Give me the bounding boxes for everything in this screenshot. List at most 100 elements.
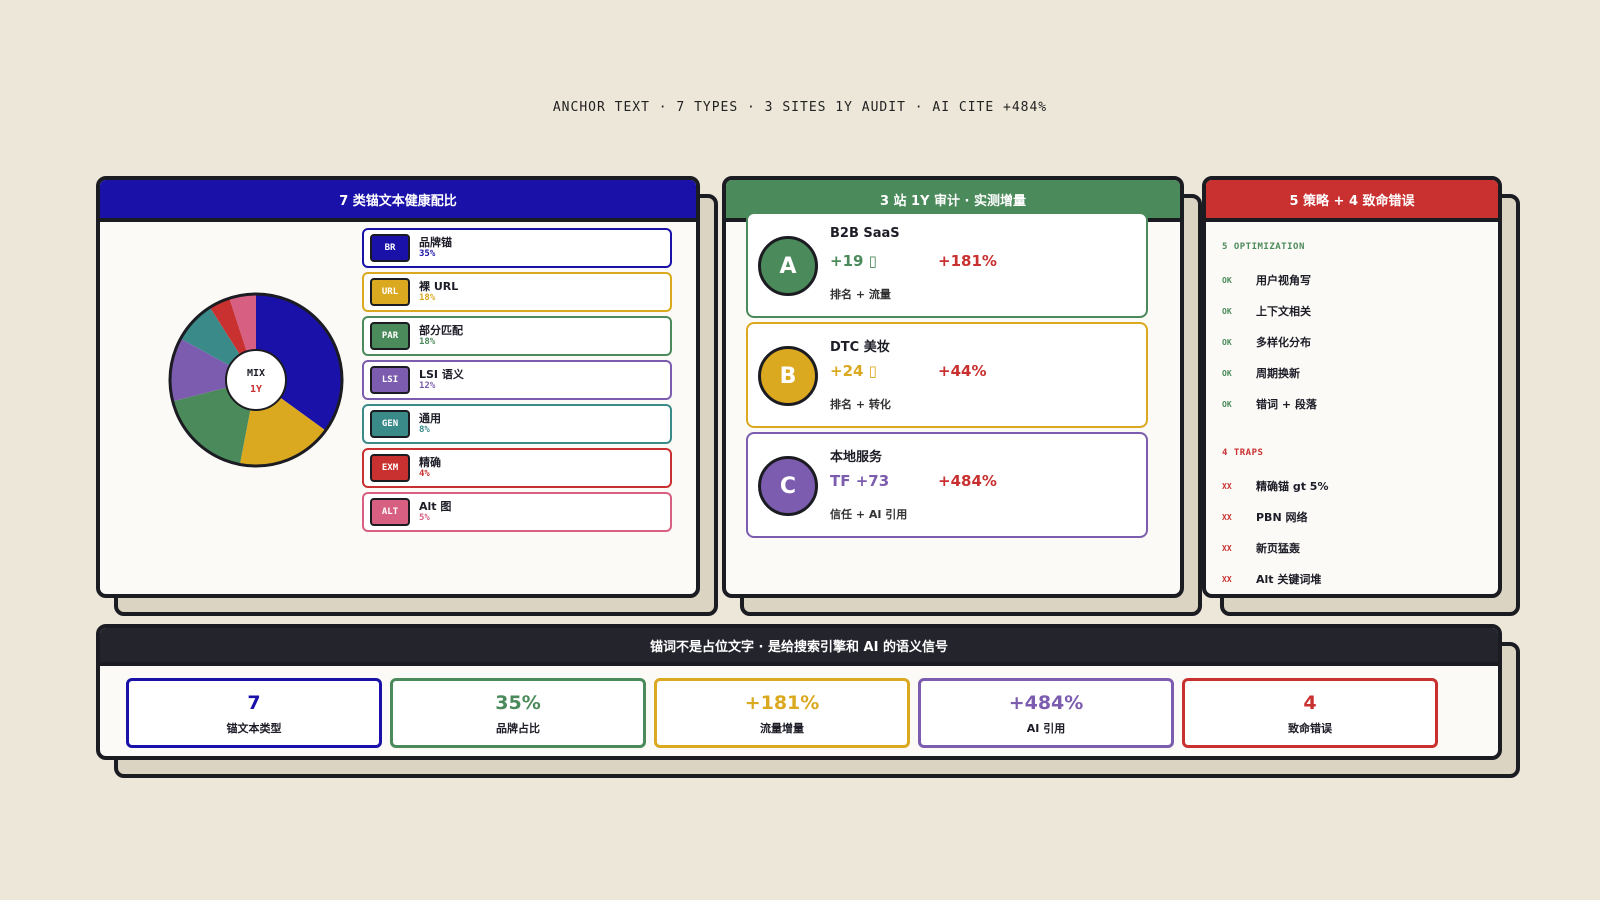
trap-text: 精确锚 gt 5% <box>1256 480 1329 493</box>
legend-name: Alt 图 <box>419 500 452 513</box>
trap-item: XX 新页猛轰 <box>1222 540 1300 556</box>
site-metric: +19 ▯ <box>830 252 877 270</box>
summary-stat: 4 致命错误 <box>1182 678 1438 748</box>
legend-percent: 18% <box>419 293 436 304</box>
legend-percent: 35% <box>419 249 436 260</box>
legend-item-gen: GEN 通用 8% <box>362 404 672 444</box>
legend-percent: 8% <box>419 425 430 436</box>
trap-item: XX PBN 网络 <box>1222 509 1307 525</box>
site-metric: +24 ▯ <box>830 362 877 380</box>
legend-item-exm: EXM 精确 4% <box>362 448 672 488</box>
site-subtitle: 排名 + 转化 <box>830 398 891 411</box>
ok-mark: OK <box>1222 275 1232 285</box>
site-subtitle: 信任 + AI 引用 <box>830 508 908 521</box>
summary-stat: 7 锚文本类型 <box>126 678 382 748</box>
stat-label: AI 引用 <box>1026 722 1066 735</box>
legend-name: 品牌锚 <box>419 236 452 249</box>
stat-value: 35% <box>495 692 541 714</box>
anchor-mix-legend: BR 品牌锚 35% URL 裸 URL 18% PAR 部分匹配 18% LSI LSI 语义 12… <box>362 228 672 536</box>
site-growth: +484% <box>938 472 997 490</box>
legend-badge: GEN <box>370 410 410 438</box>
anchor-mix-title: 7 类锚文本健康配比 <box>100 180 696 222</box>
summary-stat: +484% AI 引用 <box>918 678 1174 748</box>
ok-mark: OK <box>1222 306 1232 316</box>
legend-item-par: PAR 部分匹配 18% <box>362 316 672 356</box>
site-card-a: A B2B SaaS +19 ▯ +181% 排名 + 流量 <box>746 212 1148 318</box>
legend-item-br: BR 品牌锚 35% <box>362 228 672 268</box>
optimization-item: OK 用户视角写 <box>1222 272 1311 288</box>
legend-percent: 18% <box>419 337 436 348</box>
optimization-text: 多样化分布 <box>1256 336 1311 349</box>
site-letter-badge: B <box>758 346 818 406</box>
summary-title: 锚词不是占位文字 · 是给搜索引擎和 AI 的语义信号 <box>100 628 1498 666</box>
stat-value: +484% <box>1008 692 1084 714</box>
site-card-c: C 本地服务 TF +73 +484% 信任 + AI 引用 <box>746 432 1148 538</box>
ok-mark: OK <box>1222 337 1232 347</box>
trap-item: XX 精确锚 gt 5% <box>1222 478 1328 494</box>
trap-text: PBN 网络 <box>1256 511 1308 524</box>
ok-mark: OK <box>1222 368 1232 378</box>
anchor-mix-panel: 7 类锚文本健康配比 MIX 1Y BR 品牌锚 35% URL 裸 URL 18% PAR… <box>96 176 718 616</box>
legend-item-url: URL 裸 URL 18% <box>362 272 672 312</box>
legend-name: 精确 <box>419 456 441 469</box>
ok-mark: OK <box>1222 399 1232 409</box>
stat-label: 锚文本类型 <box>226 722 282 735</box>
stat-value: 4 <box>1303 692 1317 714</box>
summary-panel: 锚词不是占位文字 · 是给搜索引擎和 AI 的语义信号 7 锚文本类型 35% 品牌占… <box>96 624 1520 778</box>
legend-badge: BR <box>370 234 410 262</box>
stat-label: 流量增量 <box>760 722 804 735</box>
stat-value: +181% <box>744 692 820 714</box>
legend-percent: 5% <box>419 513 430 524</box>
legend-name: 部分匹配 <box>419 324 463 337</box>
legend-name: 裸 URL <box>419 280 459 293</box>
site-name: B2B SaaS <box>830 226 900 241</box>
legend-name: LSI 语义 <box>419 368 464 381</box>
trap-text: 新页猛轰 <box>1256 542 1300 555</box>
legend-percent: 4% <box>419 469 430 480</box>
xx-mark: XX <box>1222 512 1232 522</box>
stat-value: 7 <box>247 692 261 714</box>
site-letter-badge: A <box>758 236 818 296</box>
site-subtitle: 排名 + 流量 <box>830 288 891 301</box>
summary-stat: +181% 流量增量 <box>654 678 910 748</box>
stat-label: 品牌占比 <box>496 722 540 735</box>
legend-badge: EXM <box>370 454 410 482</box>
strategy-title: 5 策略 + 4 致命错误 <box>1206 180 1498 222</box>
legend-badge: PAR <box>370 322 410 350</box>
donut-center-period: 1Y <box>250 384 262 395</box>
legend-name: 通用 <box>419 412 441 425</box>
optimization-item: OK 周期换新 <box>1222 365 1300 381</box>
site-letter-badge: C <box>758 456 818 516</box>
stat-label: 致命错误 <box>1288 722 1332 735</box>
site-name: DTC 美妆 <box>830 340 890 355</box>
xx-mark: XX <box>1222 481 1232 491</box>
site-growth: +181% <box>938 252 997 270</box>
xx-mark: XX <box>1222 543 1232 553</box>
optimization-text: 用户视角写 <box>1256 274 1311 287</box>
trap-text: Alt 关键词堆 <box>1256 573 1322 586</box>
optimization-label: 5 OPTIMIZATION <box>1222 242 1305 252</box>
legend-badge: URL <box>370 278 410 306</box>
legend-item-alt: ALT Alt 图 5% <box>362 492 672 532</box>
strategy-panel: 5 策略 + 4 致命错误 5 OPTIMIZATION OK 用户视角写 OK 上下… <box>1202 176 1520 616</box>
optimization-text: 错词 + 段落 <box>1256 398 1317 411</box>
legend-item-lsi: LSI LSI 语义 12% <box>362 360 672 400</box>
site-name: 本地服务 <box>830 450 883 465</box>
anchor-mix-donut: MIX 1Y <box>168 292 344 468</box>
legend-percent: 12% <box>419 381 436 392</box>
xx-mark: XX <box>1222 574 1232 584</box>
legend-badge: LSI <box>370 366 410 394</box>
optimization-item: OK 错词 + 段落 <box>1222 396 1317 412</box>
site-growth: +44% <box>938 362 987 380</box>
trap-item: XX Alt 关键词堆 <box>1222 571 1321 587</box>
site-metric: TF +73 <box>830 472 890 490</box>
optimization-item: OK 多样化分布 <box>1222 334 1311 350</box>
traps-label: 4 TRAPS <box>1222 448 1264 458</box>
optimization-text: 周期换新 <box>1256 367 1300 380</box>
optimization-text: 上下文相关 <box>1256 305 1311 318</box>
donut-center-label: MIX <box>247 368 265 379</box>
page-title: ANCHOR TEXT · 7 TYPES · 3 SITES 1Y AUDIT… <box>552 100 1048 115</box>
summary-stat: 35% 品牌占比 <box>390 678 646 748</box>
optimization-item: OK 上下文相关 <box>1222 303 1311 319</box>
legend-badge: ALT <box>370 498 410 526</box>
